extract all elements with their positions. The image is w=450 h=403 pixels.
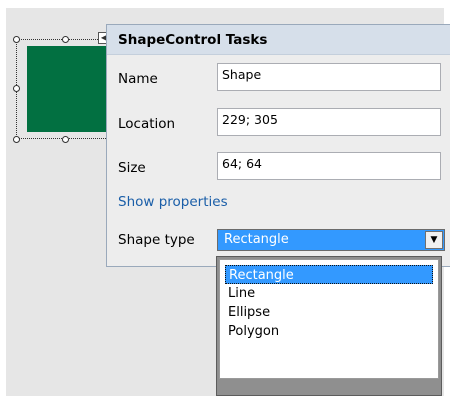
option-line[interactable]: Line [225, 284, 433, 303]
resize-handle-top-middle[interactable] [62, 36, 69, 43]
shape-type-combobox[interactable]: Rectangle ▼ [217, 229, 445, 251]
resize-handle-middle-left[interactable] [13, 85, 20, 92]
shape-control[interactable] [27, 46, 110, 132]
name-label: Name [118, 71, 158, 87]
option-rectangle[interactable]: Rectangle [225, 265, 433, 284]
name-input[interactable]: Shape [217, 63, 441, 91]
size-input[interactable]: 64; 64 [217, 152, 441, 180]
shape-type-dropdown-list: Rectangle Line Ellipse Polygon [216, 256, 442, 396]
resize-handle-bottom-left[interactable] [13, 136, 20, 143]
shape-type-selected-value: Rectangle [224, 232, 289, 247]
shape-type-label: Shape type [118, 232, 195, 248]
location-input[interactable]: 229; 305 [217, 108, 441, 136]
location-label: Location [118, 116, 176, 132]
resize-handle-bottom-middle[interactable] [62, 136, 69, 143]
show-properties-link[interactable]: Show properties [118, 194, 228, 210]
chevron-down-icon: ▼ [430, 235, 438, 245]
option-ellipse[interactable]: Ellipse [225, 303, 433, 322]
option-polygon[interactable]: Polygon [225, 322, 433, 341]
size-label: Size [118, 160, 146, 176]
dropdown-list-body: Rectangle Line Ellipse Polygon [219, 259, 439, 379]
panel-title: ShapeControl Tasks [107, 25, 450, 55]
tasks-panel: ShapeControl Tasks Name Shape Location 2… [106, 24, 450, 267]
resize-handle-top-left[interactable] [13, 36, 20, 43]
dropdown-arrow-button[interactable]: ▼ [425, 231, 443, 249]
